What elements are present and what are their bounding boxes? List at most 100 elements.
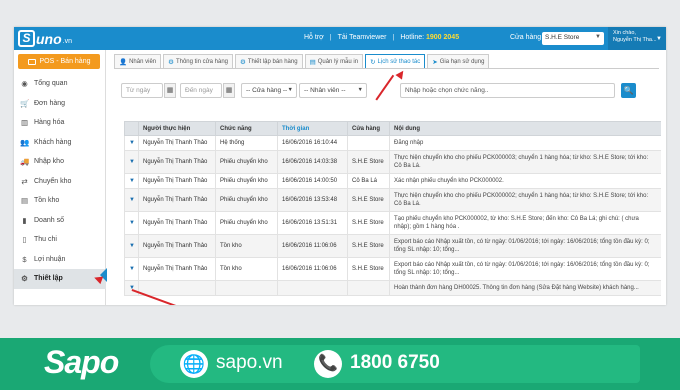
- teamviewer-link[interactable]: Tải Teamviewer: [338, 34, 387, 41]
- expand-row-icon[interactable]: ▼: [124, 188, 139, 212]
- table-cell: Phiếu chuyển kho: [215, 150, 278, 174]
- store-select-value: S.H.E Store: [545, 34, 580, 41]
- to-date-input[interactable]: Đến ngày: [180, 83, 222, 98]
- expand-row-icon[interactable]: ▼: [124, 150, 139, 174]
- sidebar-item[interactable]: ⚙ Thiết lập: [14, 269, 106, 289]
- table-row[interactable]: ▼ Nguyễn Thị Thanh Thảo Phiếu chuyển kho 16…: [124, 173, 661, 189]
- tab-label: Lịch sử thao tác: [377, 59, 421, 65]
- sidebar-item-label: Thu chi: [34, 236, 57, 244]
- support-link[interactable]: Hỗ trợ: [304, 34, 324, 41]
- expand-row-icon[interactable]: ▼: [124, 211, 139, 235]
- sapo-logo: Sapo: [44, 344, 119, 380]
- website-link[interactable]: sapo.vn: [216, 352, 283, 374]
- table-cell: 16/06/2016 14:00:50: [277, 173, 348, 189]
- store-select[interactable]: S.H.E Store ▼: [542, 32, 604, 45]
- filter-bar: Từ ngày ▦ Đến ngày ▦ -- Cửa hàng -- ▼ --…: [121, 83, 661, 99]
- table-row[interactable]: ▼ Nguyễn Thị Thanh Thảo Hệ thống 16/06/2016…: [124, 135, 661, 151]
- expand-row-icon[interactable]: ▼: [124, 234, 139, 258]
- pos-button[interactable]: POS - Bán hàng: [18, 54, 100, 69]
- sidebar-item[interactable]: ▤ Tồn kho: [14, 191, 106, 211]
- table-row[interactable]: ▼Hoàn thành đơn hàng DH00025. Thông tin …: [124, 280, 661, 296]
- bar-chart-icon: ▮: [22, 215, 27, 225]
- history-table: Người thực hiện Chức năng Thời gian Cửa hàn…: [124, 121, 661, 305]
- table-cell: Nguyễn Thị Thanh Thảo: [138, 173, 216, 189]
- table-cell: S.H.E Store: [347, 211, 390, 235]
- truck-icon: 🚚: [20, 157, 30, 167]
- table-row[interactable]: ▼ Nguyễn Thị Thanh Thảo Phiếu chuyển kho 16…: [124, 150, 661, 174]
- table-cell: 16/06/2016 14:03:38: [277, 150, 348, 174]
- tab[interactable]: ⚙ Thông tin cửa hàng: [163, 54, 234, 68]
- gears-icon: ⚙: [21, 274, 28, 284]
- expand-row-icon[interactable]: ▼: [124, 257, 139, 281]
- tab-label: Quản lý mẫu in: [317, 58, 359, 65]
- column-header[interactable]: Thời gian: [277, 121, 348, 136]
- table-cell: Export báo cáo Nhập xuất tồn, có từ ngày…: [389, 257, 661, 281]
- table-cell: 16/06/2016 11:06:06: [277, 257, 348, 281]
- expand-row-icon[interactable]: ▼: [124, 173, 139, 189]
- tab[interactable]: ▤ Quản lý mẫu in: [304, 54, 364, 68]
- phone-icon: 📞: [314, 350, 342, 378]
- main-content: 👤 Nhân viên ⚙ Thông tin cửa hàng ⚙ Thiết lập …: [106, 50, 666, 305]
- sidebar-item[interactable]: ▮ Doanh số: [14, 211, 106, 231]
- store-filter-select[interactable]: -- Cửa hàng -- ▼: [241, 83, 297, 98]
- function-search-input[interactable]: Nhập hoặc chọn chức năng..: [400, 83, 615, 98]
- from-date-input[interactable]: Từ ngày: [121, 83, 163, 98]
- table-row[interactable]: ▼ Nguyễn Thị Thanh Thảo Tồn kho 16/06/2016 …: [124, 257, 661, 281]
- user-menu[interactable]: Xin chào, Nguyễn Thị Tha... ▼: [608, 27, 666, 50]
- tab[interactable]: 👤 Nhân viên: [114, 54, 162, 68]
- sidebar-item[interactable]: ▥ Hàng hóa: [14, 113, 106, 133]
- tab-label: Gia hạn sử dụng: [439, 58, 485, 65]
- table-row[interactable]: ▼ Nguyễn Thị Thanh Thảo Tồn kho 16/06/2016 …: [124, 234, 661, 258]
- sidebar-item[interactable]: ◉ Tổng quan: [14, 74, 106, 94]
- sidebar-item[interactable]: ▯ Thu chi: [14, 230, 106, 250]
- sidebar-item[interactable]: 🛒 Đơn hàng: [14, 94, 106, 114]
- globe-icon: 🌐: [180, 350, 208, 378]
- table-cell: Tồn kho: [215, 257, 278, 281]
- table-header: Người thực hiện Chức năng Thời gian Cửa hàn…: [124, 121, 661, 136]
- table-cell: Nguyễn Thị Thanh Thảo: [138, 234, 216, 258]
- tab[interactable]: ⚙ Thiết lập bán hàng: [235, 54, 303, 68]
- column-header[interactable]: Cửa hàng: [347, 121, 390, 136]
- phone-number[interactable]: 1800 6750: [350, 352, 440, 374]
- calendar-icon[interactable]: ▦: [223, 83, 235, 98]
- transfer-icon: ⇄: [21, 176, 28, 186]
- table-row[interactable]: ▼ Nguyễn Thị Thanh Thảo Phiếu chuyển kho 16…: [124, 211, 661, 235]
- suno-logo[interactable]: S uno .vn: [18, 30, 72, 47]
- dollar-icon: $: [22, 254, 27, 264]
- sidebar-item-label: Lợi nhuận: [34, 255, 66, 263]
- table-cell: 16/06/2016 16:10:44: [277, 135, 348, 151]
- table-cell: [215, 280, 278, 296]
- sidebar-item[interactable]: 👥 Khách hàng: [14, 133, 106, 153]
- sidebar: POS - Bán hàng ◉ Tổng quan 🛒 Đơn hàng ▥ Hàng …: [14, 50, 106, 305]
- table-row[interactable]: ▼ Nguyễn Thị Thanh Thảo Phiếu chuyển kho 16…: [124, 188, 661, 212]
- sidebar-item[interactable]: $ Lợi nhuận: [14, 250, 106, 270]
- store-label: Cửa hàng: [510, 34, 542, 41]
- tab[interactable]: ↻ Lịch sử thao tác: [365, 54, 426, 69]
- sidebar-menu: ◉ Tổng quan 🛒 Đơn hàng ▥ Hàng hóa 👥 Khách hàng 🚚…: [14, 74, 106, 289]
- column-header[interactable]: Nội dung: [389, 121, 661, 136]
- column-header[interactable]: Người thực hiện: [138, 121, 216, 136]
- table-cell: Phiếu chuyển kho: [215, 173, 278, 189]
- sidebar-item[interactable]: 🚚 Nhập kho: [14, 152, 106, 172]
- sidebar-item-label: Đơn hàng: [34, 99, 66, 107]
- tab[interactable]: ➤ Gia hạn sử dụng: [427, 54, 490, 68]
- expand-row-icon[interactable]: ▼: [124, 135, 139, 151]
- table-cell: Xác nhận phiếu chuyển kho PCK000002.: [389, 173, 661, 189]
- table-cell: Cô Ba Lá: [347, 173, 390, 189]
- table-cell: Thực hiện chuyển kho cho phiếu PCK000002…: [389, 188, 661, 212]
- gears-icon: ⚙: [240, 58, 246, 66]
- sidebar-item-label: Nhập kho: [34, 158, 64, 166]
- app-window: S uno .vn Hỗ trợ | Tải Teamviewer | Hotl…: [14, 27, 666, 305]
- calendar-icon[interactable]: ▦: [164, 83, 176, 98]
- staff-filter-select[interactable]: -- Nhân viên -- ▼: [299, 83, 367, 98]
- table-cell: S.H.E Store: [347, 150, 390, 174]
- column-header[interactable]: Chức năng: [215, 121, 278, 136]
- search-button[interactable]: 🔍: [621, 83, 636, 98]
- sidebar-item[interactable]: ⇄ Chuyển kho: [14, 172, 106, 192]
- table-cell: [277, 280, 348, 296]
- table-cell: Hệ thống: [215, 135, 278, 151]
- settings-tabs: 👤 Nhân viên ⚙ Thông tin cửa hàng ⚙ Thiết lập …: [114, 54, 491, 69]
- table-cell: Nguyễn Thị Thanh Thảo: [138, 135, 216, 151]
- sidebar-item-label: Hàng hóa: [34, 119, 65, 127]
- sidebar-item-label: Doanh số: [34, 216, 64, 224]
